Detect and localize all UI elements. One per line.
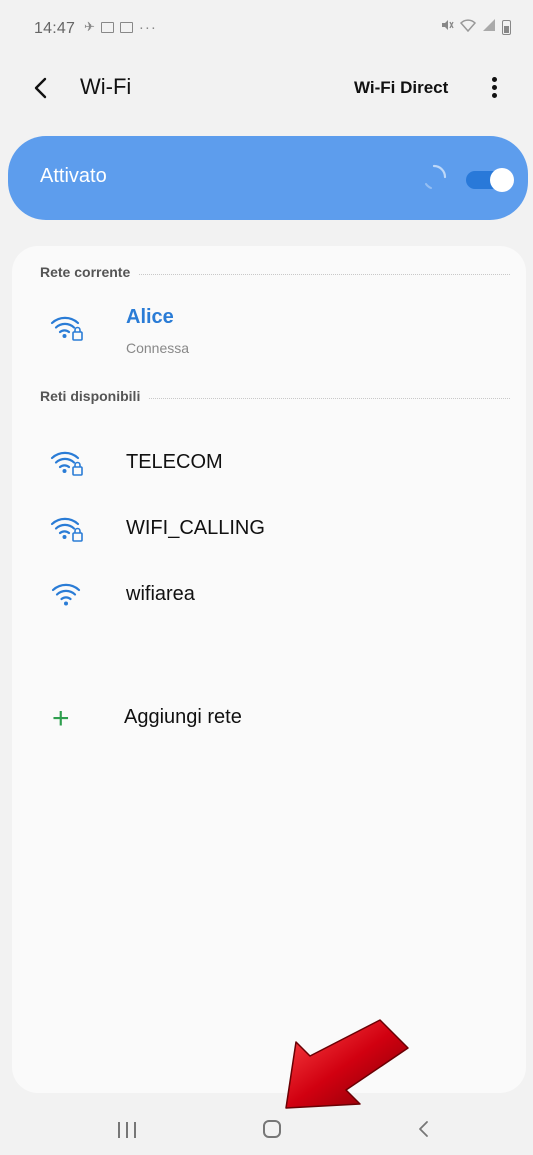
switch-thumb <box>490 168 514 192</box>
wifi-icon <box>51 583 81 606</box>
current-network-name: Alice <box>126 306 174 328</box>
status-bar: 14:47 ✈ ··· <box>0 0 533 58</box>
scanning-spinner-icon <box>421 164 447 190</box>
networks-card: Rete corrente Alice Connessa Reti dispon… <box>12 246 526 1093</box>
recent-apps-icon <box>118 1122 120 1138</box>
more-options-button[interactable] <box>484 74 504 102</box>
chevron-left-icon <box>419 1121 428 1137</box>
add-network-button[interactable]: + Aggiungi rete <box>12 696 526 746</box>
network-row-wifiarea[interactable]: wifiarea <box>12 562 526 626</box>
more-vert-icon <box>491 77 497 82</box>
network-name: wifiarea <box>126 583 195 605</box>
section-title-available: Reti disponibili <box>40 388 149 404</box>
network-name: WIFI_CALLING <box>126 517 265 539</box>
image-notification-icon <box>100 21 114 33</box>
app-header: Wi-Fi Wi-Fi Direct <box>0 62 533 114</box>
status-system-icons <box>440 18 511 37</box>
current-network-row[interactable]: Alice Connessa <box>12 296 526 370</box>
mute-icon <box>440 18 454 37</box>
airplane-icon: ✈ <box>84 19 95 34</box>
battery-icon <box>502 20 511 35</box>
section-title-current: Rete corrente <box>40 264 139 280</box>
wifi-locked-icon <box>50 451 83 476</box>
mail-notification-icon <box>119 21 133 33</box>
status-time: 14:47 <box>34 20 76 37</box>
wifi-status-icon <box>459 18 477 37</box>
red-arrow-annotation <box>285 1019 409 1109</box>
add-network-label: Aggiungi rete <box>124 706 242 728</box>
available-networks-header: Reti disponibili <box>40 388 510 408</box>
network-row-wifi-calling[interactable]: WIFI_CALLING <box>12 496 526 560</box>
more-notifications-indicator: ··· <box>138 18 157 36</box>
wifi-direct-button[interactable]: Wi-Fi Direct <box>354 78 448 98</box>
toggle-label: Attivato <box>40 165 107 187</box>
network-row-telecom[interactable]: TELECOM <box>12 430 526 494</box>
wifi-locked-icon <box>50 316 83 341</box>
back-button[interactable] <box>30 74 52 102</box>
network-name: TELECOM <box>126 451 223 473</box>
page-title: Wi-Fi <box>80 74 132 99</box>
signal-icon <box>482 18 496 37</box>
recent-apps-button[interactable] <box>118 1122 136 1138</box>
current-network-status: Connessa <box>126 340 190 356</box>
wifi-master-toggle[interactable]: Attivato <box>8 136 528 220</box>
wifi-switch[interactable] <box>466 168 514 192</box>
nav-back-button[interactable] <box>416 1118 432 1140</box>
plus-icon: + <box>52 702 70 735</box>
navigation-bar <box>0 1098 533 1155</box>
home-button[interactable] <box>263 1120 281 1138</box>
chevron-left-icon <box>34 77 47 99</box>
status-notification-icons: ✈ ··· <box>84 18 157 36</box>
current-network-header: Rete corrente <box>40 264 510 284</box>
wifi-locked-icon <box>50 517 83 542</box>
